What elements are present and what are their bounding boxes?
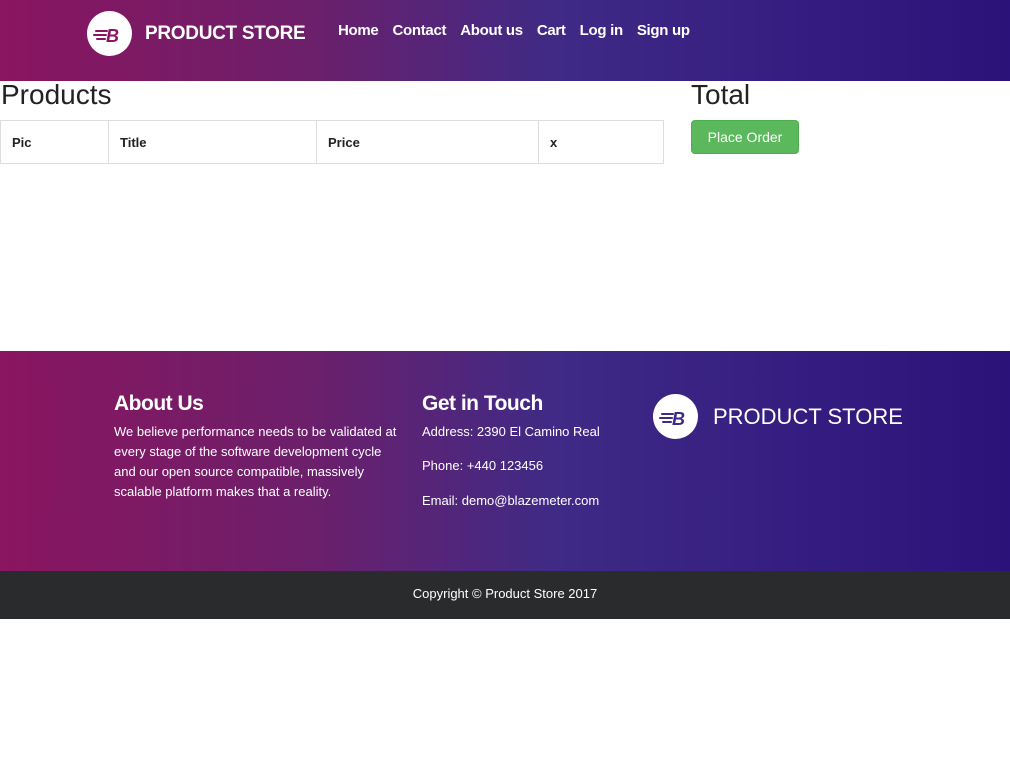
contact-phone: Phone: +440 123456 [422,458,544,473]
products-heading: Products [1,79,112,110]
contact-email: Email: demo@blazemeter.com [422,493,600,508]
column-header-price: Price [316,120,539,164]
column-header-title: Title [108,120,317,164]
about-heading: About Us [114,392,204,415]
nav-links: Home Contact About us Cart Log in Sign u… [338,22,704,39]
total-heading: Total [691,79,751,110]
column-header-delete: x [538,120,664,164]
svg-text:B: B [106,26,119,46]
nav-link-cart[interactable]: Cart [537,22,566,39]
cart-table: Pic Title Price x [0,120,664,164]
place-order-button[interactable]: Place Order [691,120,799,154]
nav-link-sign-up[interactable]: Sign up [637,22,690,39]
copyright-text: Copyright © Product Store 2017 [412,586,598,601]
nav-link-home[interactable]: Home [338,22,379,39]
nav-link-log-in[interactable]: Log in [580,22,623,39]
footer: About Us We believe performance needs to… [0,351,1010,571]
brand-name: PRODUCT STORE [145,22,306,44]
blazemeter-logo-icon: B [87,11,132,56]
copyright-bar: Copyright © Product Store 2017 [0,571,1010,619]
blazemeter-logo-icon: B [653,394,698,439]
navbar: B PRODUCT STORE Home Contact About us Ca… [0,0,1010,81]
contact-address: Address: 2390 El Camino Real [422,424,600,439]
about-text: We believe performance needs to be valid… [114,424,397,499]
contact-heading: Get in Touch [422,392,543,415]
nav-link-contact[interactable]: Contact [392,22,446,39]
column-header-pic: Pic [0,120,109,164]
footer-contact-section: Get in Touch Address: 2390 El Camino Rea… [422,392,642,511]
footer-brand-name: PRODUCT STORE [713,403,903,429]
navbar-brand[interactable]: B PRODUCT STORE [87,11,306,56]
table-header-row: Pic Title Price x [0,120,664,164]
svg-text:B: B [672,409,685,429]
nav-link-about-us[interactable]: About us [460,22,523,39]
footer-brand: B PRODUCT STORE [653,394,903,439]
footer-about-section: About Us We believe performance needs to… [114,392,404,502]
